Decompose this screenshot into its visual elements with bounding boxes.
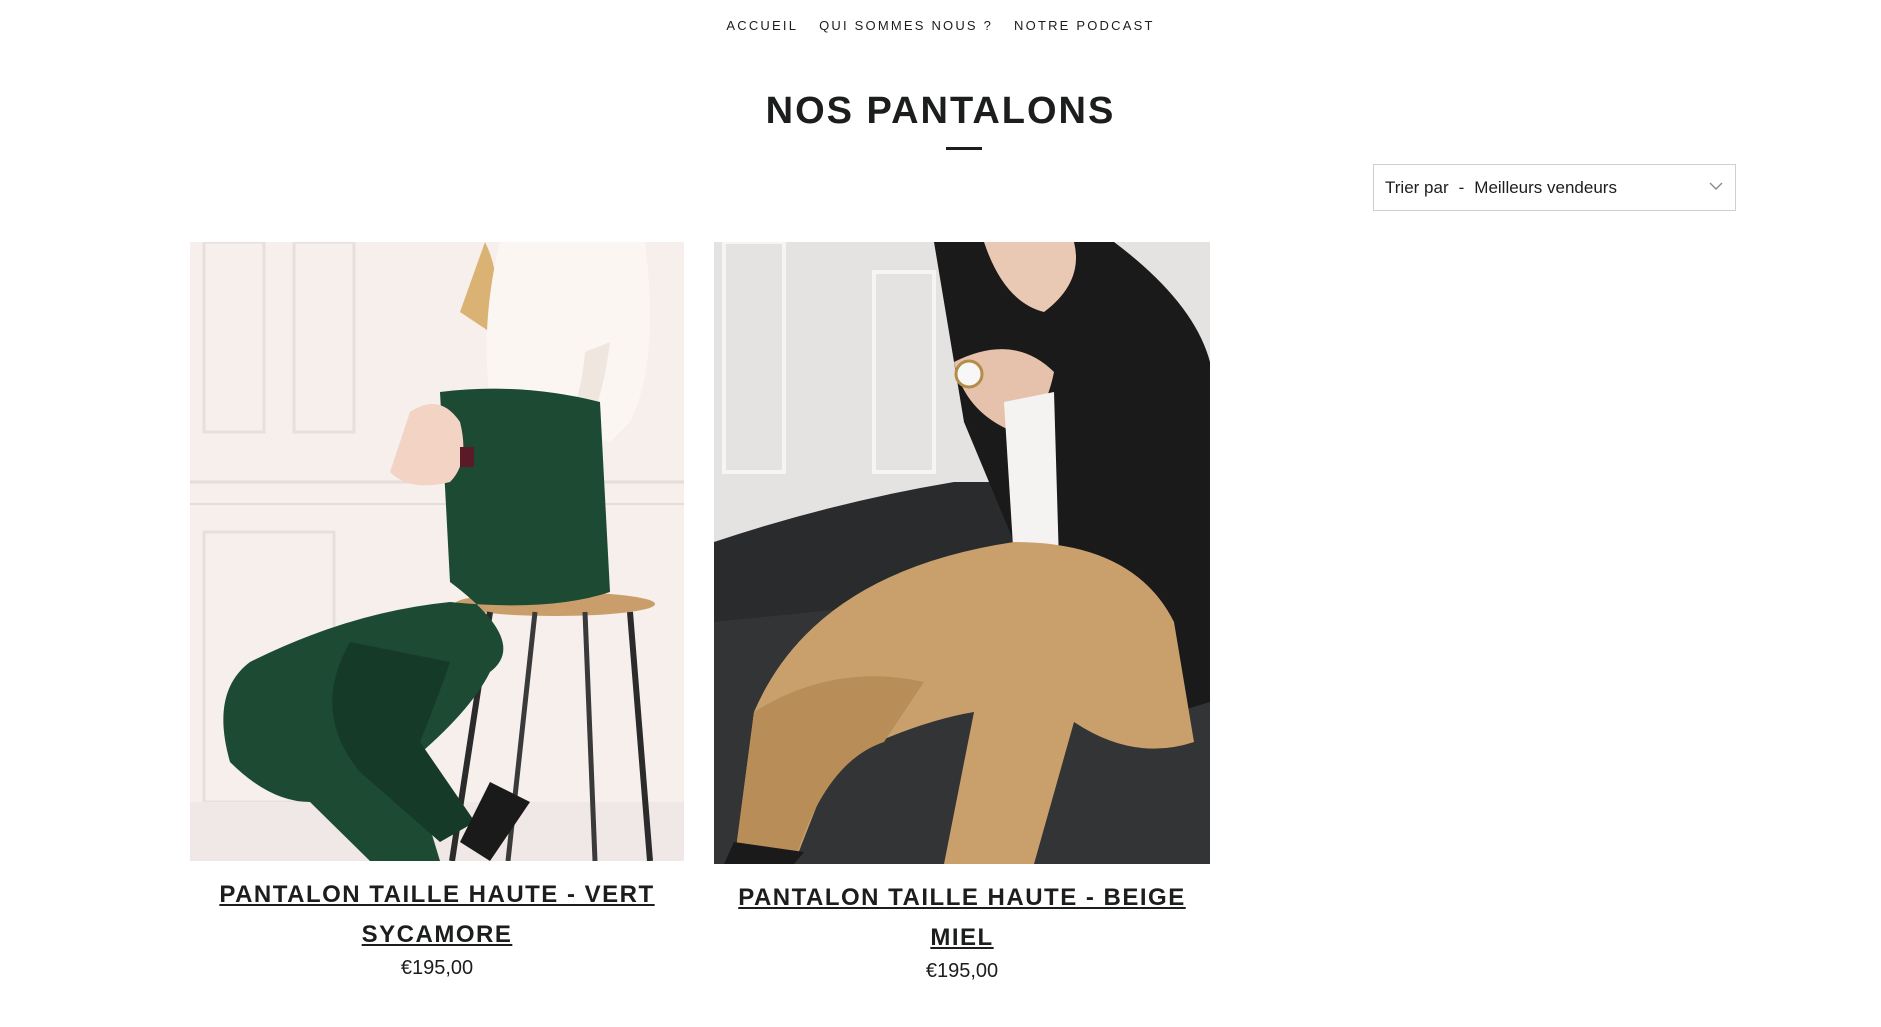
- product-name[interactable]: PANTALON TAILLE HAUTE - VERT SYCAMORE: [190, 875, 684, 955]
- nav-item-notre-podcast[interactable]: NOTRE PODCAST: [1014, 18, 1155, 33]
- product-card: PANTALON TAILLE HAUTE - BEIGE MIEL €195,…: [714, 242, 1210, 983]
- sort-separator: -: [1458, 177, 1465, 197]
- sort-label: Trier par: [1385, 177, 1449, 197]
- main-nav: ACCUEIL QUI SOMMES NOUS ? NOTRE PODCAST: [0, 18, 1881, 33]
- woman-beige-trousers-photo: [714, 242, 1210, 864]
- product-card: PANTALON TAILLE HAUTE - VERT SYCAMORE €1…: [190, 242, 684, 980]
- page-title: NOS PANTALONS: [765, 90, 1116, 132]
- nav-item-qui-sommes-nous[interactable]: QUI SOMMES NOUS ?: [819, 18, 993, 33]
- title-divider: [946, 147, 982, 150]
- product-price: €195,00: [400, 957, 474, 979]
- sort-select[interactable]: Trier par - Meilleurs vendeurs: [1373, 164, 1736, 211]
- nav-item-accueil[interactable]: ACCUEIL: [726, 18, 798, 33]
- product-name[interactable]: PANTALON TAILLE HAUTE - BEIGE MIEL: [714, 878, 1210, 958]
- woman-green-trousers-photo: [190, 242, 684, 861]
- sort-selected-value: Meilleurs vendeurs: [1474, 177, 1617, 197]
- product-image-link[interactable]: [190, 242, 684, 861]
- product-image-link[interactable]: [714, 242, 1210, 864]
- chevron-down-icon: [1709, 181, 1723, 191]
- product-price: €195,00: [925, 960, 999, 982]
